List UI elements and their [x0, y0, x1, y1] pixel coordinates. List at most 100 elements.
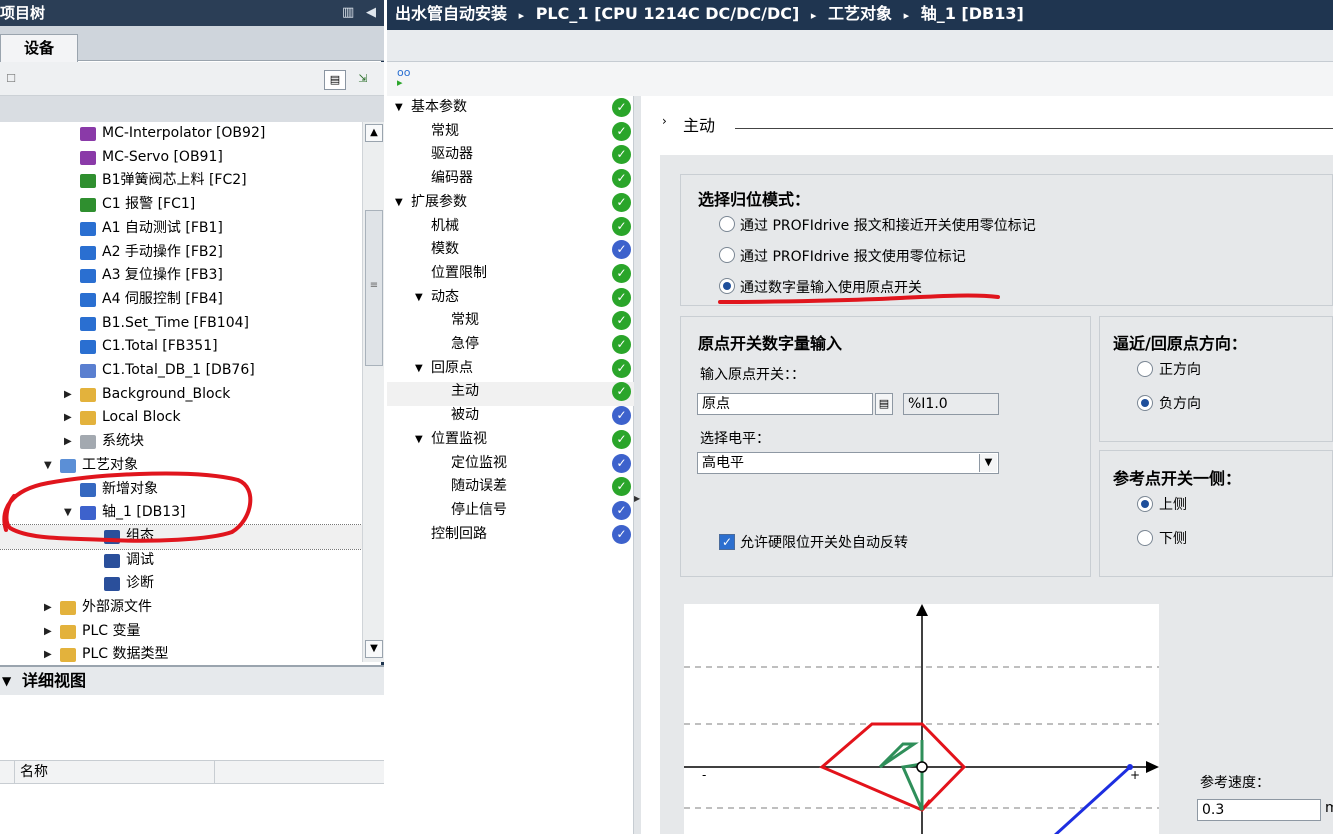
- collapsed-toggle-icon[interactable]: ▶: [64, 430, 72, 453]
- nav-item[interactable]: 控制回路: [431, 523, 487, 547]
- side-radio-lower[interactable]: [1137, 530, 1153, 546]
- tree-item[interactable]: ▶ PLC 变量: [0, 620, 362, 644]
- collapsed-toggle-icon[interactable]: ▶: [44, 620, 52, 643]
- homing-mode-radio-2[interactable]: [719, 278, 735, 294]
- new-item-icon[interactable]: ☐: [0, 70, 22, 90]
- tree-item[interactable]: ▼ 轴_1 [DB13]: [0, 501, 362, 525]
- nav-item[interactable]: 扩展参数: [411, 191, 467, 215]
- tree-item[interactable]: ▼ 工艺对象: [0, 454, 362, 478]
- breadcrumb-project[interactable]: 出水管自动安装: [395, 4, 507, 23]
- nav-expand-icon[interactable]: ▼: [415, 357, 423, 381]
- direction-positive-label[interactable]: 正方向: [1159, 359, 1201, 379]
- breadcrumb-object[interactable]: 轴_1 [DB13]: [921, 4, 1024, 23]
- nav-splitter[interactable]: ▶: [634, 96, 641, 834]
- tree-item[interactable]: 调试: [0, 549, 362, 573]
- tree-item-label: C1.Total [FB351]: [102, 338, 218, 355]
- tree-item[interactable]: B1.Set_Time [FB104]: [0, 312, 362, 336]
- nav-item[interactable]: 基本参数: [411, 96, 467, 120]
- tree-item[interactable]: MC-Interpolator [OB92]: [0, 122, 362, 146]
- tag-browse-icon[interactable]: ▤: [875, 393, 893, 415]
- nav-expand-icon[interactable]: ▼: [415, 286, 423, 310]
- side-upper-label[interactable]: 上侧: [1159, 494, 1187, 514]
- nav-item[interactable]: 模数: [431, 238, 459, 262]
- tree-item[interactable]: B1弹簧阀芯上料 [FC2]: [0, 169, 362, 193]
- chevron-down-icon[interactable]: ▼: [979, 454, 997, 472]
- tree-item[interactable]: A1 自动测试 [FB1]: [0, 217, 362, 241]
- check-ok-icon: ✓: [612, 335, 631, 354]
- nav-item[interactable]: 回原点: [431, 357, 473, 381]
- scroll-down-icon[interactable]: ▼: [365, 640, 383, 658]
- homing-mode-option-2[interactable]: 通过数字量输入使用原点开关: [740, 277, 922, 297]
- breadcrumb-group[interactable]: 工艺对象: [828, 4, 892, 23]
- homing-mode-radio-1[interactable]: [719, 247, 735, 263]
- nav-expand-icon[interactable]: ▼: [395, 96, 403, 120]
- tree-item[interactable]: A3 复位操作 [FB3]: [0, 264, 362, 288]
- panel-split-icon[interactable]: ▥: [342, 0, 354, 26]
- function-view-icon[interactable]: oo ▸: [397, 67, 410, 88]
- tree-item[interactable]: MC-Servo [OB91]: [0, 146, 362, 170]
- breadcrumb-plc[interactable]: PLC_1 [CPU 1214C DC/DC/DC]: [536, 4, 800, 23]
- tree-scrollbar[interactable]: ▲ ≡ ▼: [362, 122, 384, 662]
- nav-item[interactable]: 急停: [451, 333, 479, 357]
- tree-item[interactable]: 新增对象: [0, 478, 362, 502]
- homing-mode-radio-0[interactable]: [719, 216, 735, 232]
- nav-expand-icon[interactable]: ▼: [415, 428, 423, 452]
- nav-item[interactable]: 随动误差: [451, 475, 507, 499]
- side-radio-upper[interactable]: [1137, 496, 1153, 512]
- tree-item[interactable]: C1.Total [FB351]: [0, 335, 362, 359]
- nav-item[interactable]: 被动: [451, 404, 479, 428]
- export-icon[interactable]: ⇲: [352, 70, 374, 90]
- tree-item[interactable]: C1 报警 [FC1]: [0, 193, 362, 217]
- expanded-toggle-icon[interactable]: ▼: [64, 501, 72, 524]
- tree-item[interactable]: ▶ 系统块: [0, 430, 362, 454]
- home-switch-input[interactable]: 原点: [697, 393, 873, 415]
- nav-item[interactable]: 定位监视: [451, 452, 507, 476]
- homing-mode-option-0[interactable]: 通过 PROFIdrive 报文和接近开关使用零位标记: [740, 215, 1036, 235]
- tree-item[interactable]: A2 手动操作 [FB2]: [0, 241, 362, 265]
- tree-item[interactable]: 诊断: [0, 572, 362, 596]
- expanded-toggle-icon[interactable]: ▼: [44, 454, 52, 477]
- collapse-panel-icon[interactable]: ◀: [366, 0, 376, 26]
- editor-toolbar: [387, 30, 1333, 62]
- auto-reversal-label[interactable]: 允许硬限位开关处自动反转: [740, 532, 908, 552]
- tree-item[interactable]: 组态: [0, 523, 363, 550]
- direction-radio-negative[interactable]: [1137, 395, 1153, 411]
- scroll-up-icon[interactable]: ▲: [365, 124, 383, 142]
- tree-item[interactable]: ▶ PLC 数据类型: [0, 643, 362, 667]
- nav-item[interactable]: 动态: [431, 286, 459, 310]
- nav-item[interactable]: 驱动器: [431, 143, 473, 167]
- chevron-down-icon[interactable]: ▼: [2, 667, 11, 695]
- overview-icon[interactable]: ▤: [324, 70, 346, 90]
- nav-item[interactable]: 常规: [451, 309, 479, 333]
- nav-expand-icon[interactable]: ▼: [395, 191, 403, 215]
- tree-item[interactable]: C1.Total_DB_1 [DB76]: [0, 359, 362, 383]
- nav-item[interactable]: 主动: [451, 380, 479, 404]
- collapsed-toggle-icon[interactable]: ▶: [44, 596, 52, 619]
- tree-item[interactable]: ▶ 外部源文件: [0, 596, 362, 620]
- nav-item[interactable]: 编码器: [431, 167, 473, 191]
- auto-reversal-checkbox[interactable]: ✓: [719, 534, 735, 550]
- direction-negative-label[interactable]: 负方向: [1159, 393, 1201, 413]
- nav-item[interactable]: 机械: [431, 215, 459, 239]
- tree-item[interactable]: ▶ Local Block: [0, 406, 362, 430]
- nav-item[interactable]: 停止信号: [451, 499, 507, 523]
- plc-tags-icon: [60, 624, 76, 639]
- column-name-header[interactable]: 名称: [20, 761, 48, 783]
- level-select[interactable]: 高电平: [697, 452, 999, 474]
- tree-item[interactable]: ▶ Background_Block: [0, 383, 362, 407]
- scroll-thumb[interactable]: ≡: [365, 210, 383, 366]
- side-lower-label[interactable]: 下侧: [1159, 528, 1187, 548]
- direction-radio-positive[interactable]: [1137, 361, 1153, 377]
- nav-item[interactable]: 位置监视: [431, 428, 487, 452]
- nav-item[interactable]: 常规: [431, 120, 459, 144]
- collapsed-toggle-icon[interactable]: ▶: [64, 383, 72, 406]
- nav-item[interactable]: 位置限制: [431, 262, 487, 286]
- reference-speed-input[interactable]: 0.3: [1197, 799, 1321, 821]
- configuration-icon: [104, 529, 120, 544]
- tree-item[interactable]: A4 伺服控制 [FB4]: [0, 288, 362, 312]
- collapsed-toggle-icon[interactable]: ▶: [64, 406, 72, 429]
- collapsed-toggle-icon[interactable]: ▶: [44, 643, 52, 666]
- detail-view-header[interactable]: ▼ 详细视图: [0, 665, 384, 695]
- homing-mode-option-1[interactable]: 通过 PROFIdrive 报文使用零位标记: [740, 246, 966, 266]
- tab-devices[interactable]: 设备: [0, 34, 78, 62]
